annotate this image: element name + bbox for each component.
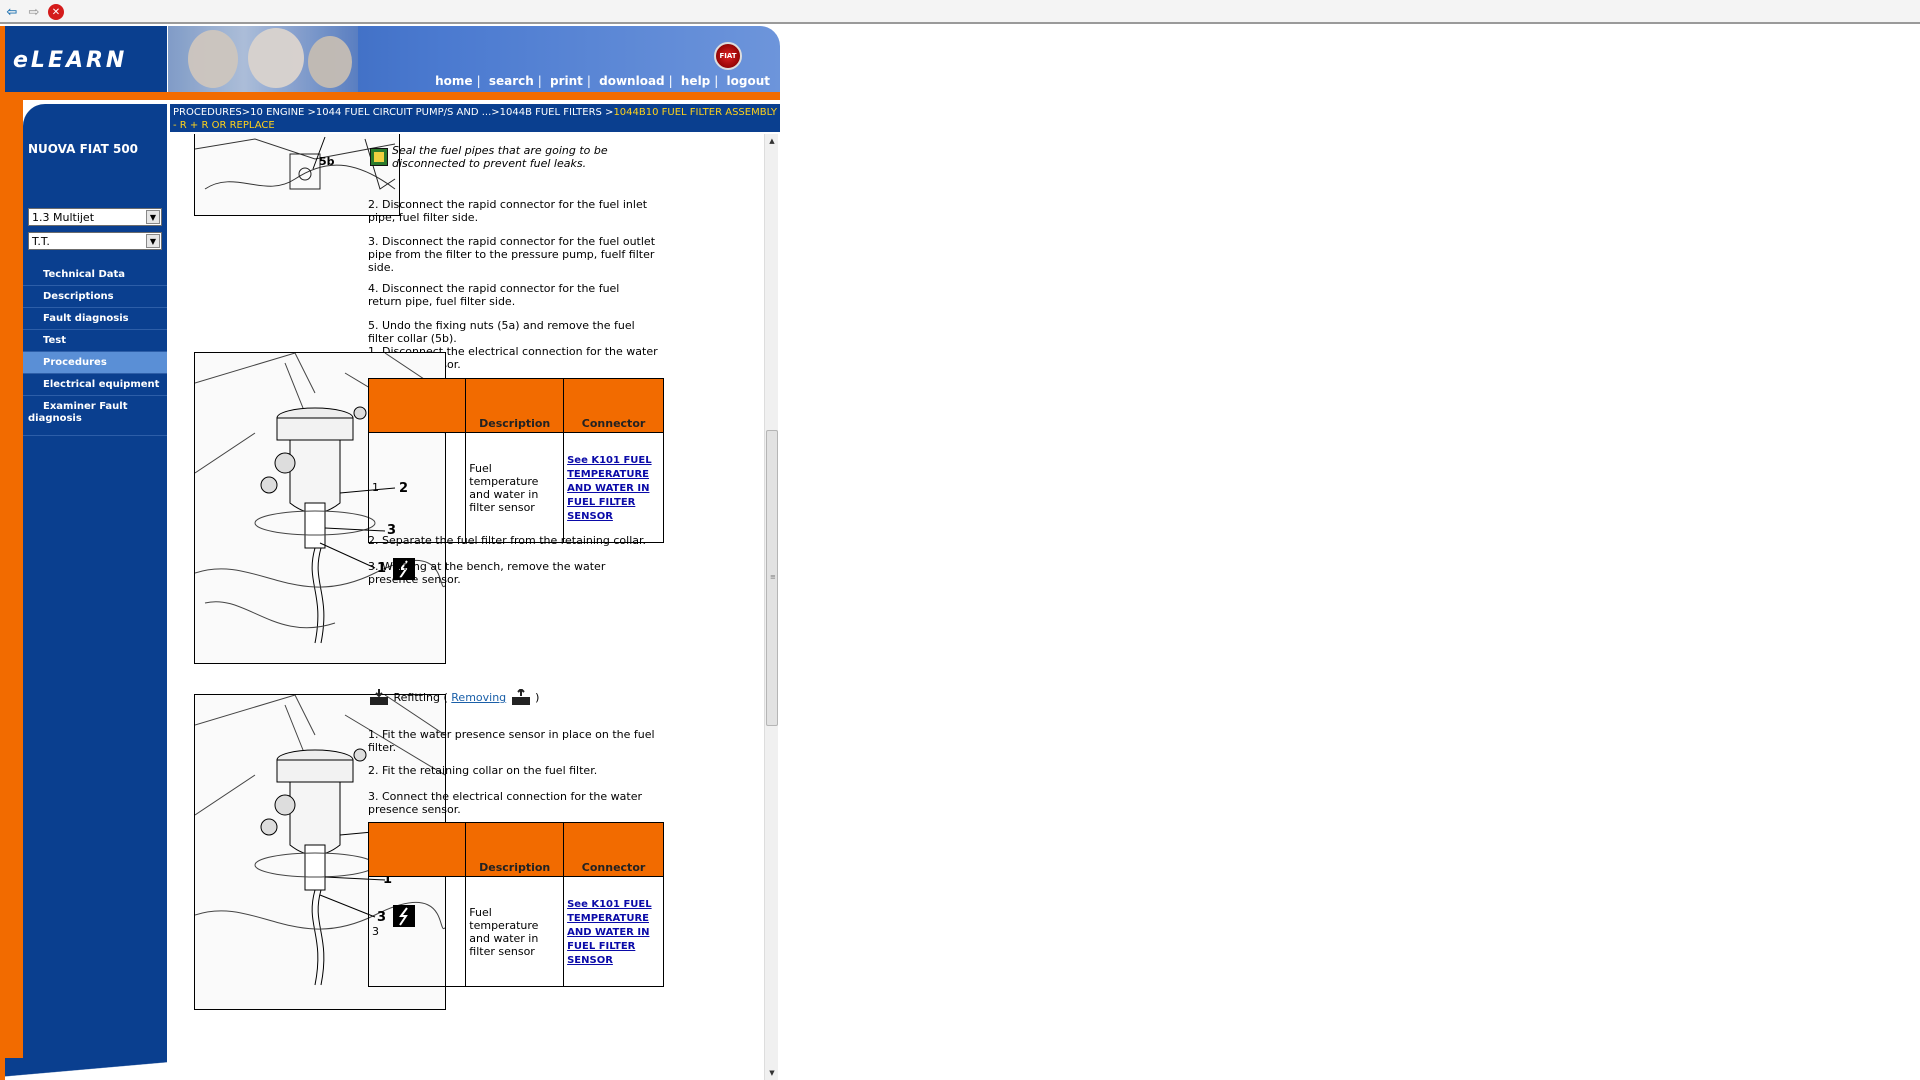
variant-select[interactable]: T.T. ▼ xyxy=(28,232,162,250)
nav-logout[interactable]: logout xyxy=(727,74,770,88)
step-text: 2. Separate the fuel filter from the ret… xyxy=(368,534,647,547)
connector-link[interactable]: See K101 FUEL TEMPERATURE AND WATER IN F… xyxy=(567,455,652,522)
step-text: 2. Fit the retaining collar on the fuel … xyxy=(368,764,598,777)
note-icon xyxy=(370,148,388,166)
breadcrumb: PROCEDURES>10 ENGINE >1044 FUEL CIRCUIT … xyxy=(170,104,780,132)
header-banner: FIAT home | search | print | download | help… xyxy=(168,26,780,92)
connector-table: Description Connector 3 Fuel temperature… xyxy=(367,822,664,987)
table-cell-number: 1 xyxy=(367,432,467,543)
note-text: Seal the fuel pipes that are going to be… xyxy=(392,144,608,170)
refitting-label: Refitting ( xyxy=(393,691,448,704)
table-header xyxy=(367,822,467,877)
table-row: 3 Fuel temperature and water in filter s… xyxy=(367,876,664,987)
step-text: 3. Connect the electrical connection for… xyxy=(368,790,643,816)
sidebar-item-procedures[interactable]: Procedures xyxy=(23,352,167,374)
fiat-logo-icon: FIAT xyxy=(714,42,742,70)
header-stripe xyxy=(5,92,780,100)
sidebar-item-technical-data[interactable]: Technical Data xyxy=(23,264,167,286)
sidebar: NUOVA FIAT 500 1.3 Multijet ▼ T.T. ▼ Tec… xyxy=(23,104,167,1062)
sidebar-item-electrical-equipment[interactable]: Electrical equipment xyxy=(23,374,167,396)
header-photo xyxy=(168,26,358,92)
refit-icon xyxy=(370,689,388,705)
breadcrumb-trail[interactable]: PROCEDURES>10 ENGINE >1044 FUEL CIRCUIT … xyxy=(173,107,613,118)
nav-home[interactable]: home xyxy=(435,74,472,88)
engine-select-value: 1.3 Multijet xyxy=(32,211,95,224)
chevron-down-icon[interactable]: ▼ xyxy=(146,234,160,248)
sidebar-item-test[interactable]: Test xyxy=(23,330,167,352)
sidebar-footer xyxy=(5,1058,167,1080)
step-text: 4. Disconnect the rapid connector for th… xyxy=(368,282,620,308)
remove-icon xyxy=(511,689,530,705)
arrow-left-icon[interactable]: ⇦ xyxy=(4,4,20,20)
refitting-close: ) xyxy=(535,691,540,704)
header-nav: home | search | print | download | help | log… xyxy=(435,74,770,88)
close-icon[interactable]: ✕ xyxy=(48,4,64,20)
table-cell-description: Fuel temperature and water in filter sen… xyxy=(465,876,565,987)
chevron-down-icon[interactable]: ▼ xyxy=(146,210,160,224)
nav-help[interactable]: help xyxy=(681,74,710,88)
sidebar-item-descriptions[interactable]: Descriptions xyxy=(23,286,167,308)
orange-border-inner xyxy=(5,94,23,1080)
scroll-down-icon[interactable]: ▼ xyxy=(765,1066,779,1080)
table-cell-description: Fuel temperature and water in filter sen… xyxy=(465,432,565,543)
nav-search[interactable]: search xyxy=(489,74,534,88)
engine-select[interactable]: 1.3 Multijet ▼ xyxy=(28,208,162,226)
scroll-up-icon[interactable]: ▲ xyxy=(765,134,779,148)
step-text: 3. Working at the bench, remove the wate… xyxy=(368,560,606,586)
sidebar-item-examiner-fault-diagnosis[interactable]: Examiner Fault diagnosis xyxy=(23,396,167,436)
nav-print[interactable]: print xyxy=(550,74,583,88)
step-text: 2. Disconnect the rapid connector for th… xyxy=(368,198,648,224)
table-header: Connector xyxy=(563,378,664,433)
table-row: 1 Fuel temperature and water in filter s… xyxy=(367,432,664,543)
step-text: 3. Disconnect the rapid connector for th… xyxy=(368,235,656,274)
connector-table: Description Connector 1 Fuel temperature… xyxy=(367,378,664,543)
browser-toolbar: ⇦ ⇨ ✕ xyxy=(0,0,1920,24)
model-title: NUOVA FIAT 500 xyxy=(28,142,139,156)
removing-link[interactable]: Removing xyxy=(451,691,506,704)
sidebar-item-fault-diagnosis[interactable]: Fault diagnosis xyxy=(23,308,167,330)
elearn-logo: eLEARN xyxy=(13,48,128,73)
sidebar-menu: Technical Data Descriptions Fault diagno… xyxy=(23,264,167,436)
table-cell-number: 3 xyxy=(367,876,467,987)
nav-download[interactable]: download xyxy=(599,74,665,88)
table-header: Connector xyxy=(563,822,664,877)
connector-link[interactable]: See K101 FUEL TEMPERATURE AND WATER IN F… xyxy=(567,899,652,966)
table-header xyxy=(367,378,467,433)
arrow-right-icon[interactable]: ⇨ xyxy=(26,4,42,20)
table-header: Description xyxy=(465,822,565,877)
elearn-frame: eLEARN FIAT home | search | print | downloa… xyxy=(0,26,780,1080)
step-text: 1. Fit the water presence sensor in plac… xyxy=(368,728,655,754)
scrollbar-thumb[interactable]: ≡ xyxy=(766,430,778,726)
logo-area: eLEARN xyxy=(5,26,167,92)
step-text: 5. Undo the fixing nuts (5a) and remove … xyxy=(368,319,635,345)
figure-label: 5b xyxy=(319,155,335,168)
content-scrollbar[interactable]: ▲ ≡ ▼ xyxy=(764,134,778,1080)
refitting-heading: Refitting ( Removing ) xyxy=(368,686,668,710)
procedure-content: 5b Seal the fuel pipes that are going to… xyxy=(170,134,764,1080)
table-header: Description xyxy=(465,378,565,433)
variant-select-value: T.T. xyxy=(32,235,50,248)
